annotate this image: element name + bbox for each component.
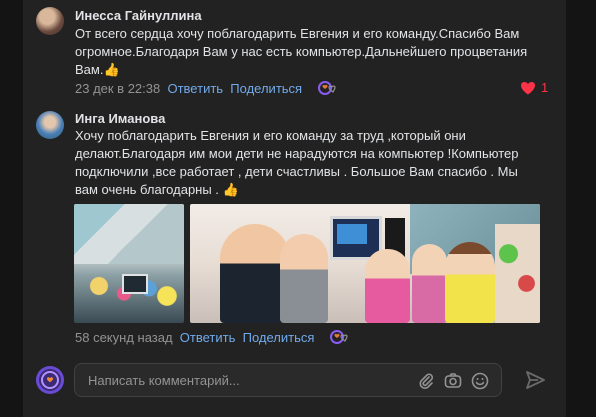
attach-icon[interactable] bbox=[417, 372, 435, 390]
comment-text: От всего сердца хочу поблагодарить Евген… bbox=[75, 26, 528, 77]
avatar[interactable] bbox=[36, 366, 64, 394]
attached-photo[interactable] bbox=[74, 204, 184, 323]
reaction-icon bbox=[41, 371, 59, 389]
comment-author[interactable]: Инга Иманова bbox=[75, 111, 165, 126]
emoji-icon[interactable] bbox=[471, 372, 489, 390]
comment-meta: 23 дек в 22:38 Ответить Поделиться bbox=[75, 81, 302, 96]
share-button[interactable]: Поделиться bbox=[243, 330, 315, 345]
comment-input[interactable]: Написать комментарий... bbox=[74, 363, 502, 397]
heart-icon bbox=[521, 81, 535, 94]
send-icon[interactable] bbox=[525, 370, 545, 390]
like-button[interactable]: 1 bbox=[520, 80, 548, 95]
comment-text: Хочу поблагодарить Евгения и его команду… bbox=[75, 128, 519, 197]
comment-meta: 58 секунд назад Ответить Поделиться bbox=[75, 330, 314, 345]
attached-photo[interactable] bbox=[190, 204, 540, 323]
avatar[interactable] bbox=[36, 111, 64, 139]
comment-time[interactable]: 58 секунд назад bbox=[75, 330, 173, 345]
avatar[interactable] bbox=[36, 7, 64, 35]
reply-button[interactable]: Ответить bbox=[167, 81, 223, 96]
comment-time[interactable]: 23 дек в 22:38 bbox=[75, 81, 160, 96]
reaction-icon[interactable] bbox=[318, 80, 340, 96]
like-count: 1 bbox=[541, 80, 549, 95]
share-button[interactable]: Поделиться bbox=[230, 81, 302, 96]
reaction-icon[interactable] bbox=[330, 329, 352, 345]
comment-author[interactable]: Инесса Гайнуллина bbox=[75, 8, 202, 23]
reply-button[interactable]: Ответить bbox=[180, 330, 236, 345]
comment-input-placeholder: Написать комментарий... bbox=[88, 373, 240, 388]
camera-icon[interactable] bbox=[444, 372, 462, 390]
